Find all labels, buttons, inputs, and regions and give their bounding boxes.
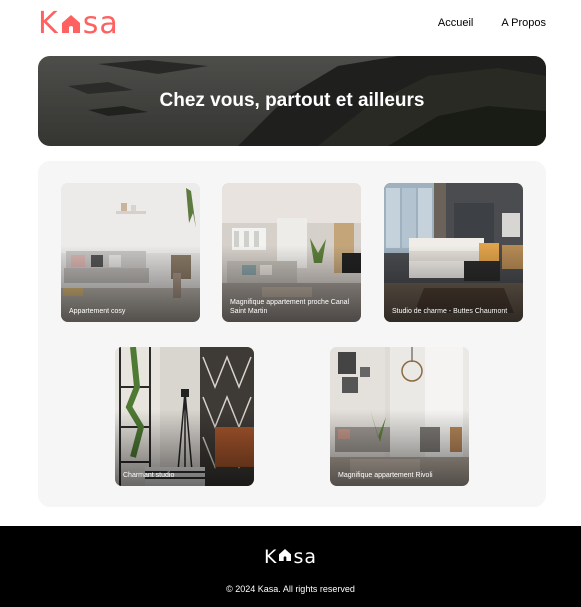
listing-card[interactable]: Charmant studio [115, 347, 254, 486]
hero-banner: Chez vous, partout et ailleurs [38, 56, 546, 146]
banner-title: Chez vous, partout et ailleurs [159, 90, 425, 111]
house-icon [59, 12, 83, 36]
listing-title: Magnifique appartement proche Canal Sain… [230, 299, 350, 315]
logo-letter-k: K [263, 546, 278, 568]
listing-title: Studio de charme - Buttes Chaumont [392, 308, 508, 315]
listing-title: Charmant studio [123, 472, 175, 479]
main-nav: Accueil A Propos [438, 17, 546, 29]
header: K sa Accueil A Propos [0, 0, 581, 50]
logo-letter-k: K [38, 6, 59, 41]
listing-card[interactable]: Magnifique appartement proche Canal Sain… [222, 183, 361, 322]
logo-letters-sa: sa [293, 546, 317, 568]
listing-title: Appartement cosy [69, 308, 126, 315]
listing-card[interactable]: Appartement cosy [61, 183, 200, 322]
listing-title: Magnifique appartement Rivoli [338, 472, 433, 479]
nav-link-accueil[interactable]: Accueil [438, 17, 473, 29]
copyright-text: © 2024 Kasa. All rights reserved [226, 584, 355, 594]
footer-logo: K sa [0, 546, 581, 568]
house-icon [277, 547, 293, 568]
listing-card[interactable]: Magnifique appartement Rivoli [330, 347, 469, 486]
listings-gallery: Appartement cosy Magnifique appartement … [38, 161, 546, 507]
footer: K sa © 2024 Kasa. All rights reserved [0, 526, 581, 607]
listing-card[interactable]: Studio de charme - Buttes Chaumont [384, 183, 523, 322]
nav-link-a-propos[interactable]: A Propos [501, 17, 546, 29]
logo-letters-sa: sa [82, 6, 119, 41]
kasa-logo[interactable]: K sa [38, 6, 119, 42]
